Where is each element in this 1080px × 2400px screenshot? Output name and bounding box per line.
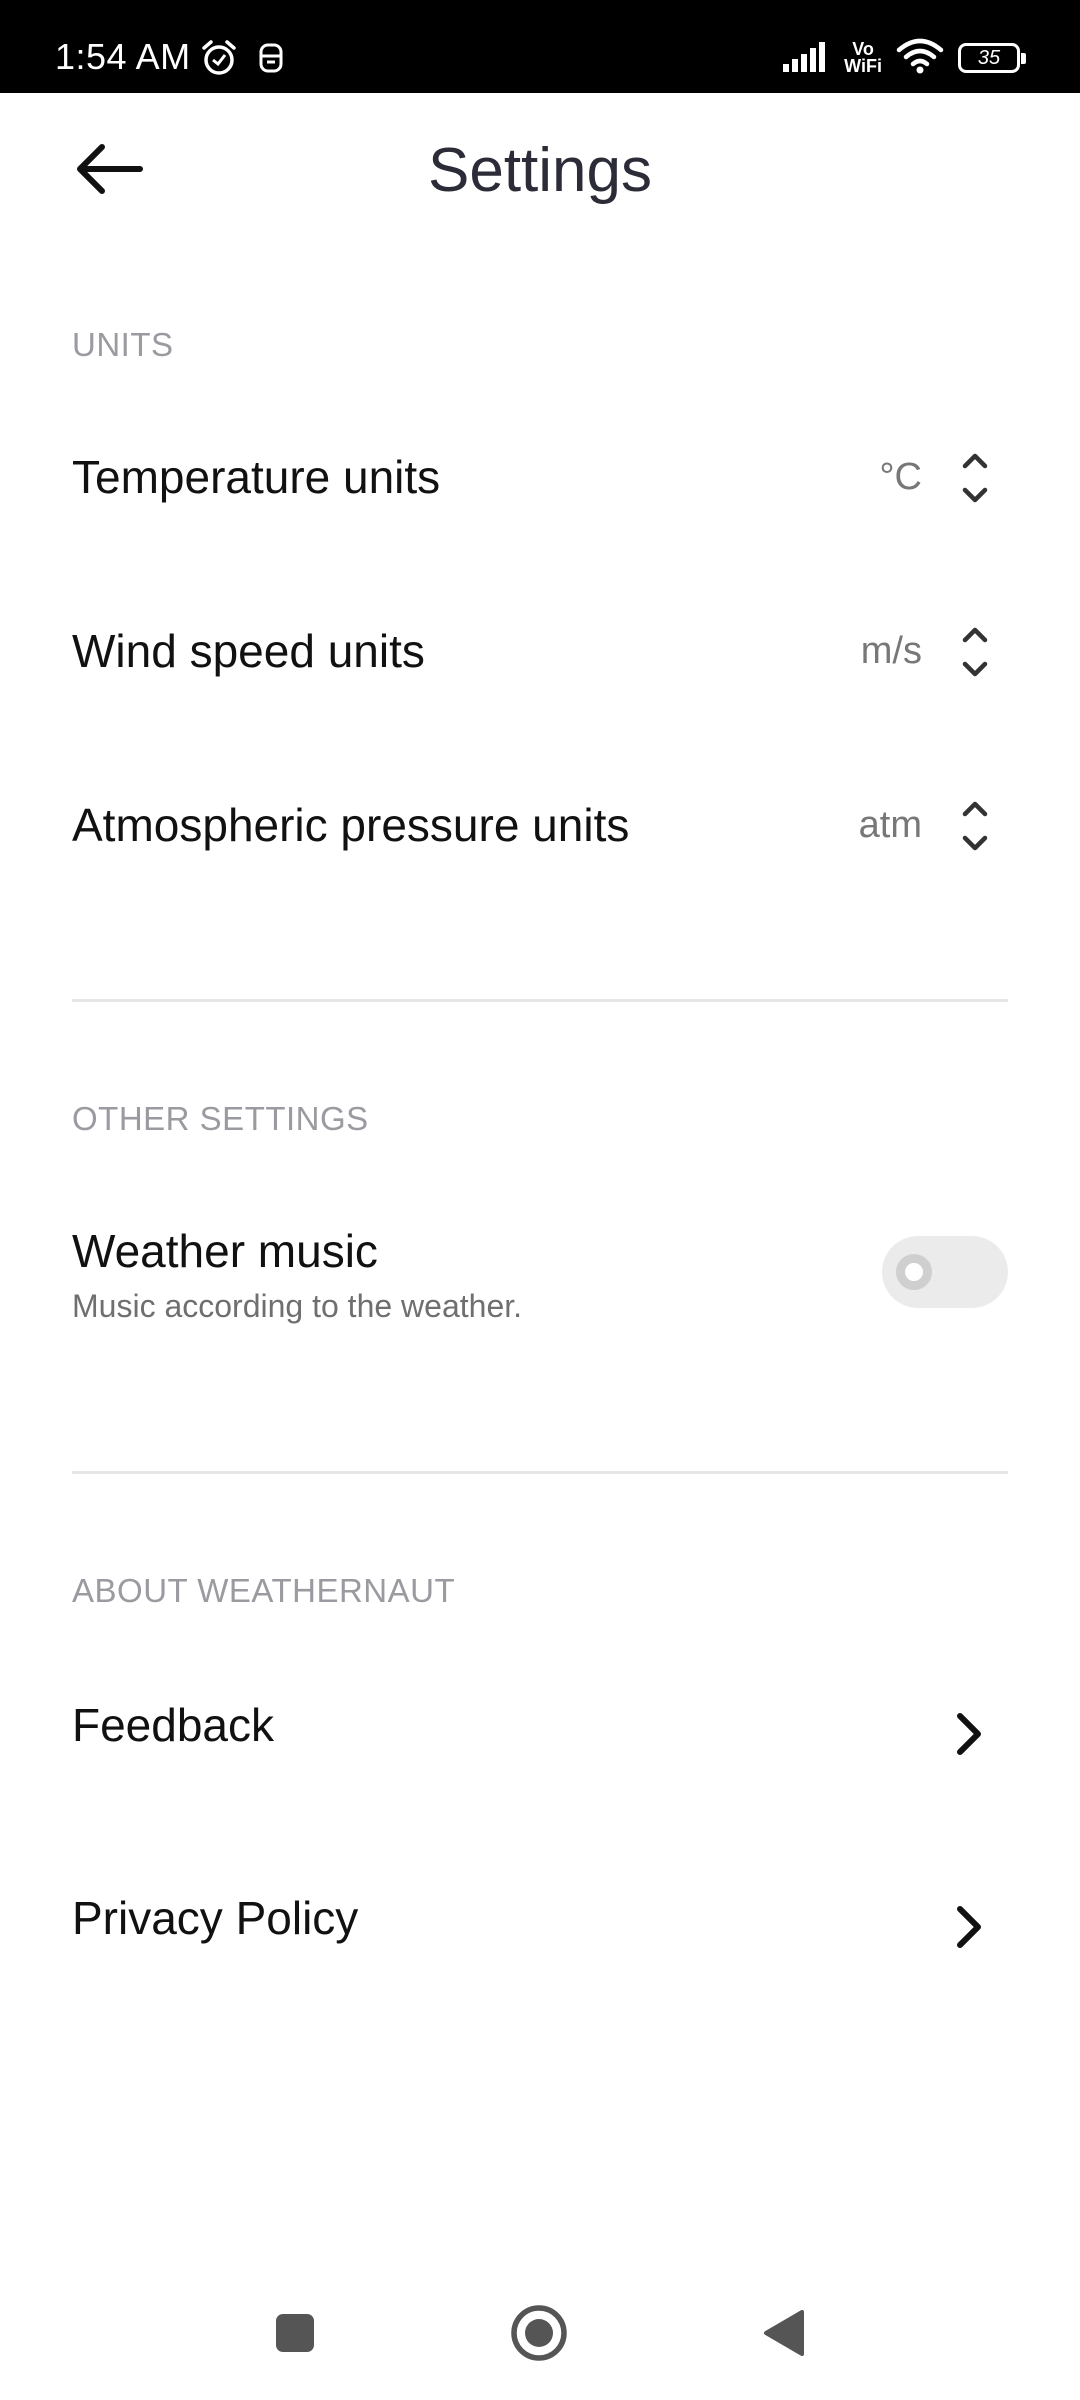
temperature-units-value: °C (879, 456, 922, 498)
system-back-button[interactable] (760, 2308, 806, 2363)
status-bar: 1:54 AM Vo WiFi 35 (0, 0, 1080, 93)
home-circle-icon (511, 2305, 567, 2361)
home-button[interactable] (510, 2304, 568, 2367)
weather-music-toggle[interactable] (882, 1236, 1008, 1308)
row-label: Wind speed units (72, 625, 425, 677)
section-header-other-settings: OTHER SETTINGS (72, 1100, 369, 1137)
recents-button[interactable] (274, 2312, 316, 2359)
notification-app-icon (258, 42, 284, 79)
chevron-right-icon (957, 1906, 981, 1948)
up-down-chevron-icon[interactable] (960, 450, 990, 506)
pressure-units-row[interactable]: Atmospheric pressure units atm (72, 788, 1008, 868)
back-triangle-icon (764, 2310, 804, 2356)
system-navigation-bar (0, 2280, 1080, 2390)
toggle-knob (896, 1254, 932, 1290)
divider (72, 999, 1008, 1002)
vowifi-indicator: Vo WiFi (844, 39, 882, 76)
wifi-icon (896, 38, 944, 79)
chevron-right-icon (957, 1713, 981, 1755)
feedback-label: Feedback (72, 1699, 275, 1751)
row-label: Atmospheric pressure units (72, 799, 630, 851)
battery-icon: 35 (958, 43, 1026, 73)
privacy-policy-row[interactable]: Privacy Policy (72, 1883, 1008, 1963)
page-title: Settings (427, 136, 653, 205)
section-header-units: UNITS (72, 326, 174, 363)
weather-music-label: Weather music (72, 1225, 378, 1277)
app-header: Settings (0, 93, 1080, 253)
feedback-row[interactable]: Feedback (72, 1690, 1008, 1770)
temperature-units-row[interactable]: Temperature units °C (72, 440, 1008, 520)
pressure-units-value: atm (858, 804, 922, 846)
weather-music-row[interactable]: Weather music Music according to the wea… (72, 1218, 1008, 1328)
settings-screen: 1:54 AM Vo WiFi 35 Settings UNITS Temper… (0, 0, 1080, 2400)
up-down-chevron-icon[interactable] (960, 624, 990, 680)
section-header-about: ABOUT WEATHERNAUT (72, 1572, 456, 1609)
row-label: Temperature units (72, 451, 441, 503)
wind-speed-units-row[interactable]: Wind speed units m/s (72, 614, 1008, 694)
divider (72, 1471, 1008, 1474)
privacy-policy-label: Privacy Policy (72, 1892, 359, 1944)
weather-music-description: Music according to the weather. (72, 1288, 523, 1324)
cellular-signal-icon (782, 40, 830, 77)
alarm-icon (200, 39, 238, 82)
recents-square-icon (276, 2314, 314, 2352)
wind-speed-units-value: m/s (860, 630, 922, 672)
status-time: 1:54 AM (55, 36, 191, 77)
up-down-chevron-icon[interactable] (960, 798, 990, 854)
battery-level: 35 (977, 46, 1001, 69)
